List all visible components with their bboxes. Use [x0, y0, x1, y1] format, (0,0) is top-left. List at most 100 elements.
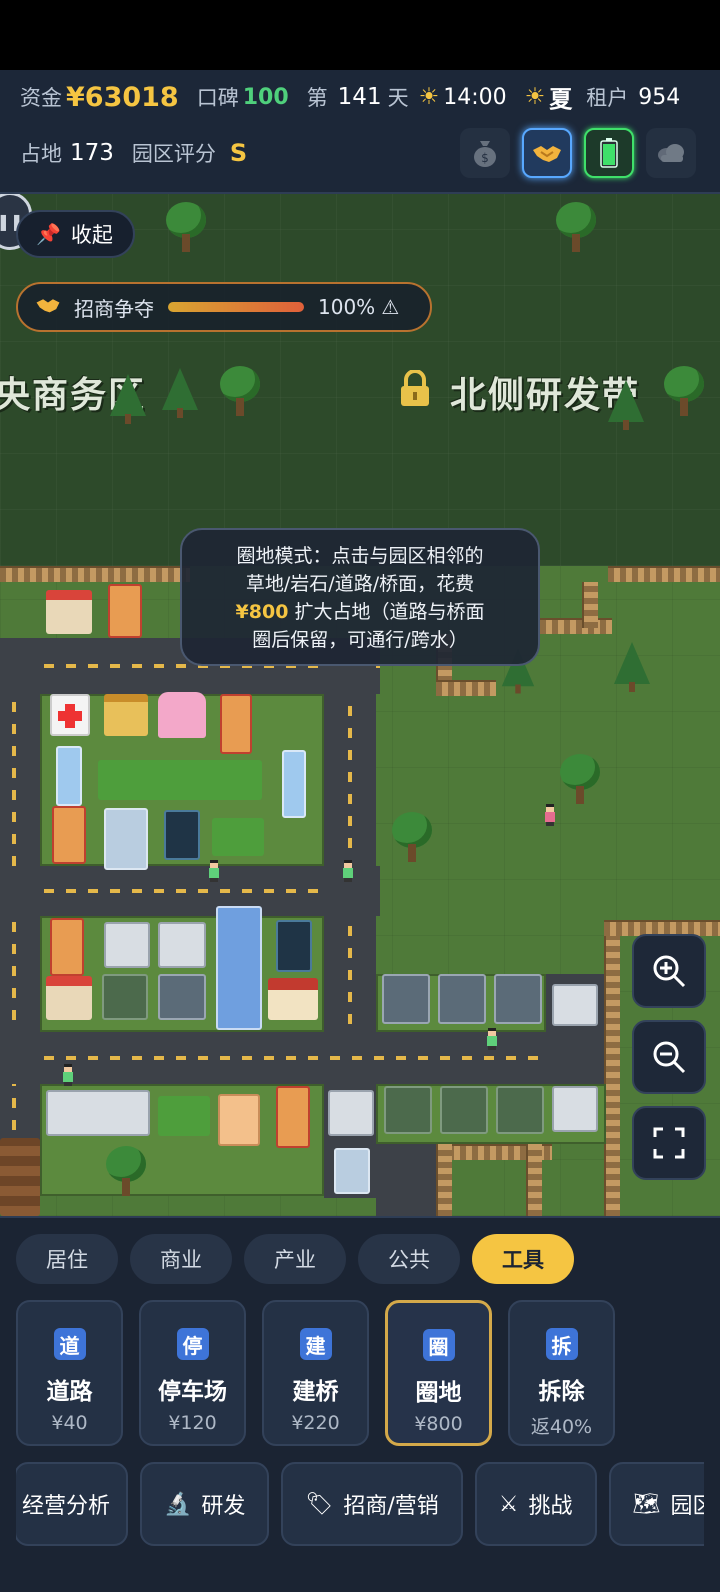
- rating-value: S: [229, 139, 248, 167]
- day-prefix: 第: [306, 86, 328, 110]
- house-building[interactable]: [218, 1094, 260, 1146]
- shop-building[interactable]: [46, 976, 92, 1020]
- swords-icon: ⚔: [498, 1491, 519, 1517]
- house-building[interactable]: [158, 692, 206, 738]
- fence: [604, 920, 620, 1216]
- factory-building[interactable]: [440, 1086, 488, 1134]
- parking-lot[interactable]: [552, 984, 598, 1026]
- hud: 资金 ¥63018 口碑 100 第 141 天 ☀ 14:00 ☀ 夏 租户 …: [0, 70, 720, 194]
- apartment-building[interactable]: [220, 694, 252, 754]
- park-map-button[interactable]: 🗺 园区: [608, 1462, 704, 1546]
- parking-lot[interactable]: [328, 1090, 374, 1136]
- factory-building[interactable]: [102, 974, 148, 1020]
- day-value: 141: [337, 84, 382, 110]
- marketing-button[interactable]: 🏷 招商/营销: [281, 1462, 463, 1546]
- rating-label: 园区评分: [131, 142, 216, 166]
- parking-lot[interactable]: [552, 1086, 598, 1132]
- fullscreen-button[interactable]: [632, 1106, 706, 1180]
- cloud-icon[interactable]: [646, 128, 696, 178]
- tree: [164, 202, 208, 254]
- road-marking: [44, 1056, 584, 1060]
- tool-road[interactable]: 道 道路 ¥40: [16, 1300, 123, 1446]
- factory-building[interactable]: [496, 1086, 544, 1134]
- build-panel: 居住 商业 产业 公共 工具 道 道路 ¥40 停 停车场 ¥120 建 建桥 …: [0, 1216, 720, 1592]
- category-tabs: 居住 商业 产业 公共 工具: [16, 1234, 574, 1284]
- tab-industry[interactable]: 产业: [244, 1234, 346, 1284]
- tooltip-line: 圈后保留，可通行/跨水）: [252, 629, 468, 651]
- glass-tower[interactable]: [164, 810, 200, 860]
- office-tower[interactable]: [56, 746, 82, 806]
- restaurant-building[interactable]: [268, 978, 318, 1020]
- pedestrian: [544, 804, 556, 826]
- tree: [662, 366, 706, 418]
- tool-name: 圈地: [415, 1380, 462, 1406]
- apartment-building[interactable]: [52, 806, 86, 864]
- battery-icon[interactable]: [584, 128, 634, 178]
- research-button[interactable]: 🔬 研发: [140, 1462, 270, 1546]
- hospital-building[interactable]: [50, 694, 90, 736]
- pin-icon: 📌: [36, 222, 61, 246]
- map-icon: 🗺: [632, 1491, 661, 1517]
- office-tower[interactable]: [282, 750, 306, 818]
- time-value: 14:00: [443, 84, 507, 110]
- enclose-mode-tooltip: 圈地模式：点击与园区相邻的 草地/岩石/道路/桥面，花费 ¥800 扩大占地（道…: [180, 528, 540, 666]
- zoom-out-button[interactable]: [632, 1020, 706, 1094]
- tool-bridge[interactable]: 建 建桥 ¥220: [262, 1300, 369, 1446]
- tooltip-line: 草地/岩石/道路/桥面，花费: [245, 573, 475, 595]
- game-map[interactable]: 央商务区 北侧研发带 ❚❚ 📌 收起 招商争夺 100% ⚠ 圈地模式：点击与园…: [0, 194, 720, 1216]
- brick-wall: [0, 1138, 40, 1216]
- apartment-building[interactable]: [50, 918, 84, 976]
- apartment-building[interactable]: [108, 584, 142, 638]
- tab-public[interactable]: 公共: [358, 1234, 460, 1284]
- tab-residential[interactable]: 居住: [16, 1234, 118, 1284]
- sun-icon: ☀: [418, 84, 440, 110]
- tool-cost: ¥40: [51, 1412, 88, 1434]
- collapse-button[interactable]: 📌 收起: [16, 210, 135, 258]
- warehouse-building[interactable]: [382, 974, 430, 1024]
- tool-parking[interactable]: 停 停车场 ¥120: [139, 1300, 246, 1446]
- tool-name: 道路: [46, 1379, 93, 1405]
- park-lot: [158, 1096, 210, 1136]
- factory-building[interactable]: [384, 1086, 432, 1134]
- season-value: 夏: [549, 87, 573, 113]
- money-value: ¥63018: [66, 81, 179, 113]
- parking-lot[interactable]: [158, 922, 206, 968]
- hud-stats-row: 资金 ¥63018 口碑 100 第 141 天 ☀ 14:00 ☀ 夏 租户 …: [20, 81, 681, 114]
- warehouse-building[interactable]: [438, 974, 486, 1024]
- apartment-building[interactable]: [276, 1086, 310, 1148]
- investment-competition-bar[interactable]: 招商争夺 100% ⚠: [16, 282, 432, 332]
- school-building[interactable]: [104, 694, 148, 736]
- warning-icon: ⚠: [381, 295, 400, 319]
- parking-lot[interactable]: [46, 1090, 150, 1136]
- warehouse-building[interactable]: [494, 974, 542, 1024]
- hq-tower[interactable]: [216, 906, 262, 1030]
- shop-building[interactable]: [46, 590, 92, 634]
- business-analysis-button[interactable]: 经营分析: [16, 1462, 128, 1546]
- weather-sun-icon: ☀: [524, 84, 546, 110]
- warehouse-building[interactable]: [158, 974, 206, 1020]
- fence: [540, 618, 612, 634]
- compete-progress: [168, 302, 304, 312]
- tenants-value: 954: [638, 84, 681, 110]
- handshake-icon[interactable]: [522, 128, 572, 178]
- glass-tower[interactable]: [276, 920, 312, 972]
- tool-enclose-land[interactable]: 圈 圈地 ¥800: [385, 1300, 492, 1446]
- tool-cost: 返40%: [530, 1416, 593, 1438]
- office-building[interactable]: [334, 1148, 370, 1194]
- tree: [554, 202, 598, 254]
- office-building[interactable]: [104, 808, 148, 870]
- tooltip-line: ¥800 扩大占地（道路与桥面: [198, 598, 522, 626]
- tab-commercial[interactable]: 商业: [130, 1234, 232, 1284]
- tab-tools[interactable]: 工具: [472, 1234, 574, 1284]
- fence: [526, 1144, 542, 1216]
- road-marking: [348, 694, 352, 1024]
- land-value: 173: [70, 140, 114, 166]
- parking-lot[interactable]: [104, 922, 150, 968]
- challenge-button[interactable]: ⚔ 挑战: [474, 1462, 597, 1546]
- zoom-in-button[interactable]: [632, 934, 706, 1008]
- tool-list: 道 道路 ¥40 停 停车场 ¥120 建 建桥 ¥220 圈 圈地 ¥800 …: [16, 1300, 615, 1446]
- tool-demolish[interactable]: 拆 拆除 返40%: [508, 1300, 615, 1446]
- zoom-out-icon: [653, 1041, 686, 1074]
- fence: [608, 566, 720, 582]
- money-bag-icon[interactable]: $: [460, 128, 510, 178]
